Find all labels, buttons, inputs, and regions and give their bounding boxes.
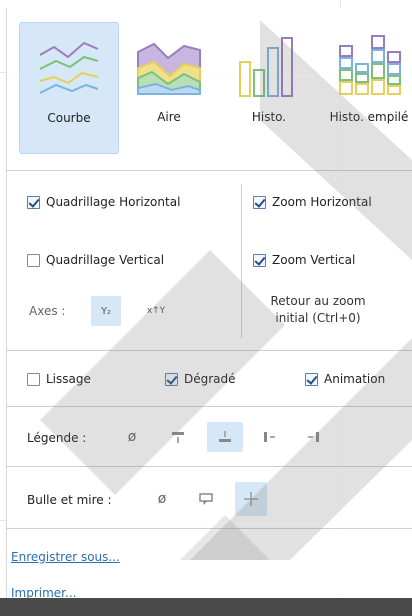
zoom-vertical-checkbox[interactable]: Zoom Vertical [253, 253, 355, 267]
chart-type-line[interactable]: Courbe [19, 22, 119, 154]
tooltip-label: Bulle et mire : [27, 493, 112, 507]
divider [7, 466, 412, 467]
chart-type-bar[interactable]: Histo. [219, 22, 319, 154]
smoothing-checkbox[interactable]: Lissage [27, 372, 91, 386]
chart-type-area[interactable]: Aire [119, 22, 219, 154]
grid-vertical-checkbox[interactable]: Quadrillage Vertical [27, 253, 164, 267]
swap-axes-icon: Y₂ [100, 305, 112, 317]
checkbox-box[interactable] [253, 253, 266, 267]
crosshair-button[interactable] [235, 482, 267, 516]
legend-bottom-icon [219, 431, 231, 442]
chart-type-label: Courbe [47, 111, 91, 125]
legend-right-button[interactable] [299, 422, 329, 452]
checkbox-box[interactable] [305, 372, 318, 386]
divider [7, 170, 412, 171]
swap-axes-button[interactable]: Y₂ [91, 296, 121, 326]
legend-left-icon [264, 432, 275, 442]
tooltip-none-button[interactable]: ø [147, 484, 177, 514]
grid-horizontal-checkbox[interactable]: Quadrillage Horizontal [27, 195, 180, 209]
chart-options-panel: Courbe Aire Histo. Histo. empilé Quadril… [6, 8, 412, 600]
no-tooltip-icon: ø [157, 491, 167, 507]
checkbox-box[interactable] [27, 195, 40, 209]
chart-type-label: Histo. empilé [329, 110, 409, 124]
tooltip-bubble-button[interactable] [191, 484, 221, 514]
crosshair-icon [244, 492, 258, 506]
bottom-bar [0, 598, 412, 616]
chart-type-stacked-bar[interactable]: Histo. empilé [319, 22, 412, 154]
chart-type-selector: Courbe Aire Histo. Histo. empilé [19, 22, 412, 158]
legend-left-button[interactable] [255, 422, 285, 452]
legend-label: Légende : [27, 431, 87, 445]
checkbox-label: Quadrillage Vertical [46, 253, 165, 267]
reset-zoom-line1: Retour au zoom [270, 294, 366, 308]
checkbox-label: Lissage [46, 372, 91, 386]
divider [241, 184, 242, 338]
checkbox-label: Dégradé [184, 372, 236, 386]
checkbox-label: Zoom Vertical [272, 253, 356, 267]
save-as-link[interactable]: Enregistrer sous... [11, 550, 120, 564]
zoom-horizontal-checkbox[interactable]: Zoom Horizontal [253, 195, 372, 209]
axis-xy-button[interactable]: x↑Y [141, 296, 171, 326]
axes-label: Axes : [29, 304, 66, 318]
no-legend-icon: ø [127, 429, 137, 445]
area-chart-icon [137, 42, 201, 95]
legend-top-icon [172, 432, 184, 443]
checkbox-box[interactable] [165, 372, 178, 386]
reset-zoom-line2: initial (Ctrl+0) [275, 311, 361, 325]
gradient-checkbox[interactable]: Dégradé [165, 372, 236, 386]
chart-type-label: Histo. [251, 110, 287, 124]
bar-chart-icon [239, 37, 293, 97]
animation-checkbox[interactable]: Animation [305, 372, 385, 386]
axis-xy-icon: x↑Y [146, 306, 166, 316]
checkbox-box[interactable] [27, 253, 40, 267]
checkbox-label: Quadrillage Horizontal [46, 195, 181, 209]
divider [7, 350, 412, 351]
checkbox-label: Animation [324, 372, 386, 386]
checkbox-box[interactable] [27, 372, 40, 386]
tooltip-bubble-icon [199, 493, 213, 505]
legend-right-icon [308, 432, 319, 442]
line-chart-icon [39, 41, 99, 94]
divider [7, 528, 412, 529]
stacked-bar-chart-icon [339, 35, 401, 95]
checkbox-label: Zoom Horizontal [272, 195, 372, 209]
chart-type-label: Aire [157, 110, 181, 124]
legend-none-button[interactable]: ø [117, 422, 147, 452]
legend-bottom-button[interactable] [207, 422, 243, 452]
checkbox-box[interactable] [253, 195, 266, 209]
reset-zoom-button[interactable]: Retour au zoom initial (Ctrl+0) [253, 293, 383, 327]
legend-top-button[interactable] [163, 422, 193, 452]
divider [7, 406, 412, 407]
